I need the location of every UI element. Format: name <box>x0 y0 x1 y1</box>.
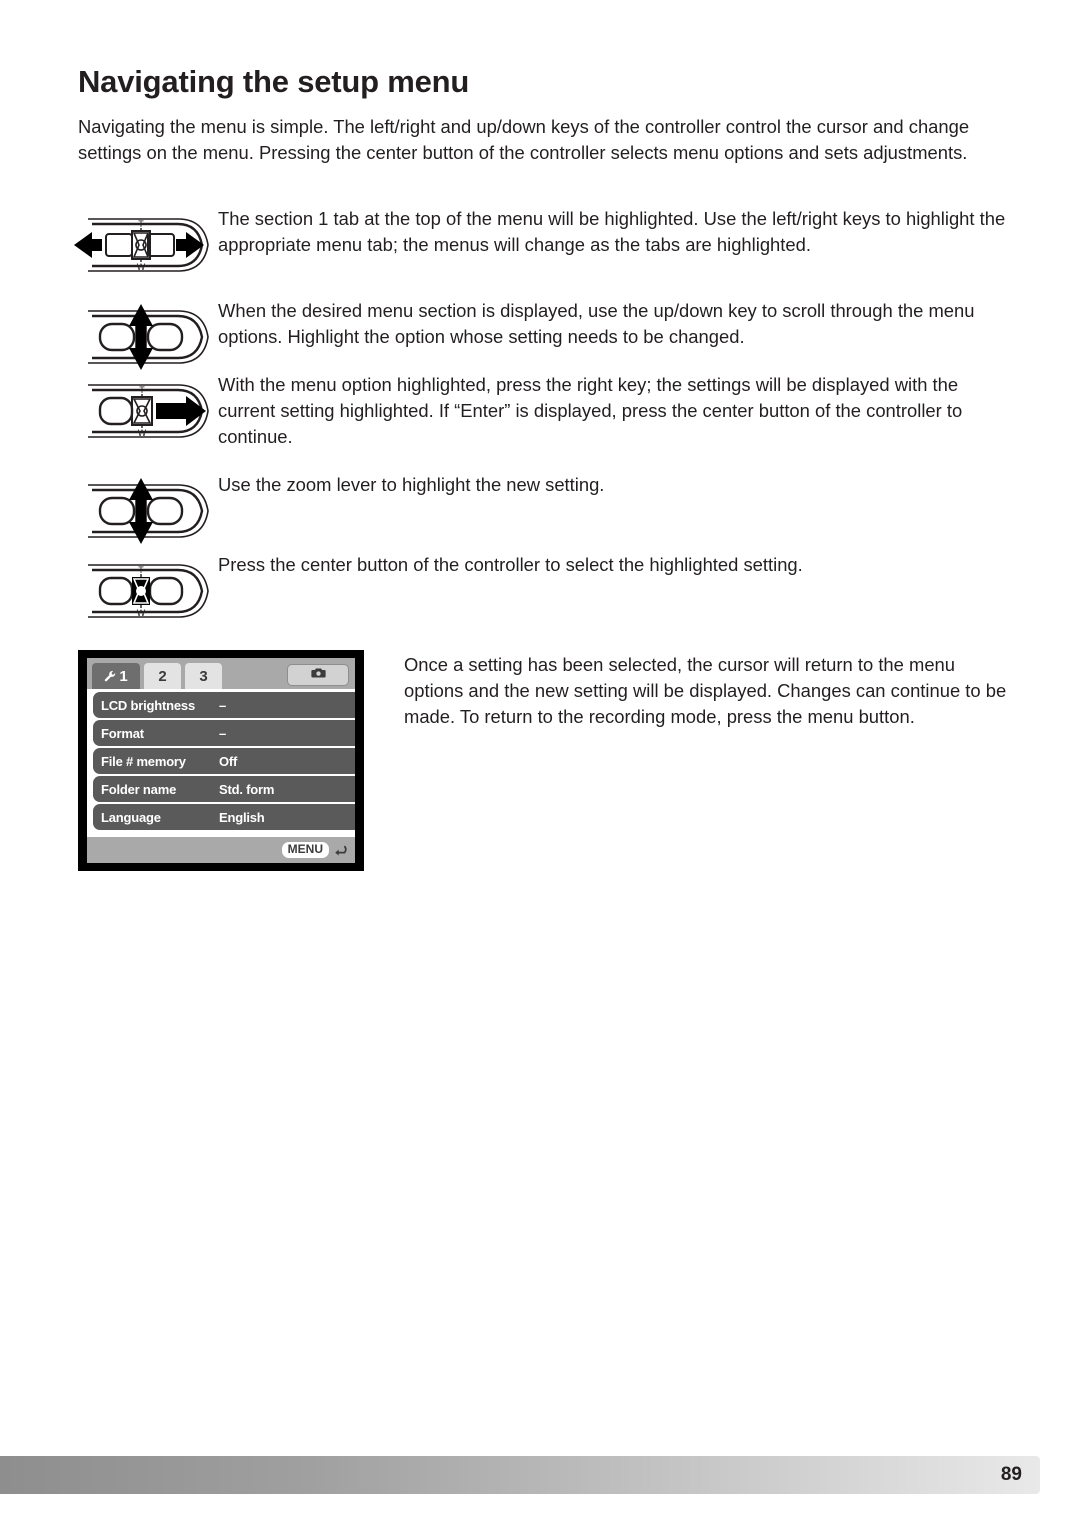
page-title: Navigating the setup menu <box>78 64 470 99</box>
svg-text:T: T <box>138 219 144 229</box>
svg-text:T: T <box>138 565 144 575</box>
tab-label: 2 <box>158 667 167 685</box>
menu-row-label: LCD brightness <box>101 697 195 713</box>
camera-icon <box>310 666 326 684</box>
lcd-footer-bar: MENU <box>87 837 355 863</box>
step-row: Use the zoom lever to highlight the new … <box>0 472 1080 552</box>
step-text: When the desired menu section is display… <box>218 300 975 347</box>
intro-paragraph: Navigating the menu is simple. The left/… <box>78 116 970 163</box>
lcd-menu-list: LCD brightness – Format – File # memory … <box>87 689 355 837</box>
menu-row-folder-name[interactable]: Folder name Std. form <box>93 776 355 802</box>
step-text: With the menu option highlighted, press … <box>218 374 963 447</box>
return-arrow-icon <box>333 844 347 857</box>
menu-row-value: – <box>219 697 227 713</box>
menu-row-value: Std. form <box>219 781 275 797</box>
zoom-lever-up-down-icon <box>70 298 210 372</box>
lcd-note-paragraph: Once a setting has been selected, the cu… <box>404 654 1007 727</box>
tab-label: 1 <box>119 667 128 685</box>
tab-setup-section-3[interactable]: 3 <box>185 663 222 689</box>
wrench-icon <box>104 670 117 683</box>
step-row: T W Press the center button of the contr… <box>0 552 1080 632</box>
svg-text:T: T <box>139 385 145 395</box>
step-text: Use the zoom lever to highlight the new … <box>218 474 605 495</box>
camera-mode-button[interactable] <box>287 664 349 686</box>
zoom-lever-center-icon: T W <box>70 552 210 626</box>
menu-row-value: – <box>219 725 227 741</box>
step-row: T W The section 1 tab at the top of the … <box>0 206 1080 298</box>
svg-text:W: W <box>137 262 146 272</box>
tab-setup-section-2[interactable]: 2 <box>144 663 181 689</box>
menu-row-label: Format <box>101 725 144 741</box>
menu-row-value: English <box>219 809 265 825</box>
menu-row-file-number-memory[interactable]: File # memory Off <box>93 748 355 774</box>
lcd-setup-menu-screenshot: 1 2 3 LCD brightness – Format – File # m… <box>78 650 364 871</box>
step-row: When the desired menu section is display… <box>0 298 1080 372</box>
tab-setup-section-1[interactable]: 1 <box>92 663 140 689</box>
instruction-steps: T W The section 1 tab at the top of the … <box>0 206 1080 632</box>
svg-text:W: W <box>138 428 147 438</box>
zoom-lever-up-down-icon <box>70 472 210 546</box>
menu-row-label: Folder name <box>101 781 177 797</box>
zoom-lever-right-icon: T W <box>70 372 210 446</box>
menu-row-value: Off <box>219 753 238 769</box>
lcd-tab-bar: 1 2 3 <box>87 658 355 689</box>
zoom-lever-left-right-icon: T W <box>70 206 210 280</box>
page-number: 89 <box>1000 1464 1022 1485</box>
step-text: The section 1 tab at the top of the menu… <box>218 208 1006 255</box>
menu-row-format[interactable]: Format – <box>93 720 355 746</box>
step-text: Press the center button of the controlle… <box>218 554 803 575</box>
tab-label: 3 <box>199 667 208 685</box>
menu-row-label: Language <box>101 809 161 825</box>
lcd-screen: 1 2 3 LCD brightness – Format – File # m… <box>87 658 355 863</box>
step-row: T W With the menu option highlighted, pr… <box>0 372 1080 472</box>
menu-button-badge[interactable]: MENU <box>281 842 329 858</box>
menu-row-label: File # memory <box>101 753 186 769</box>
menu-row-language[interactable]: Language English <box>93 804 355 830</box>
svg-text:W: W <box>137 608 146 618</box>
menu-row-lcd-brightness[interactable]: LCD brightness – <box>93 692 355 718</box>
footer-gradient-bar <box>0 1456 1040 1494</box>
